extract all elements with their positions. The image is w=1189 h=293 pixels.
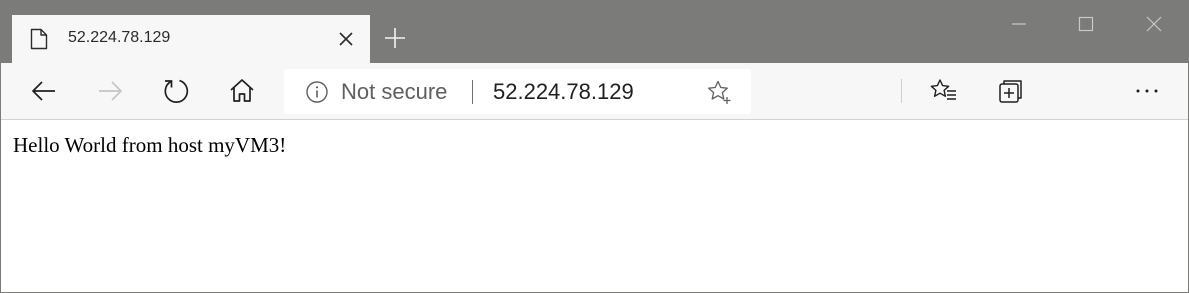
collections-icon[interactable]	[995, 75, 1027, 107]
browser-window: 52.224.78.129 Not secure 52.224.78.129 H…	[0, 0, 1189, 293]
navigation-toolbar: Not secure 52.224.78.129	[1, 63, 1188, 120]
refresh-icon[interactable]	[160, 75, 192, 107]
tab-close-icon[interactable]	[337, 30, 355, 48]
page-content: Hello World from host myVM3!	[1, 121, 1188, 292]
info-icon[interactable]	[305, 80, 329, 104]
active-tab[interactable]: 52.224.78.129	[12, 15, 370, 63]
back-arrow-icon[interactable]	[28, 75, 60, 107]
address-bar-divider	[472, 80, 473, 104]
tab-title: 52.224.78.129	[68, 29, 171, 46]
favorites-icon[interactable]	[928, 75, 960, 107]
tab-strip: 52.224.78.129	[1, 1, 1188, 63]
page-icon	[29, 28, 49, 50]
security-status-label[interactable]: Not secure	[341, 79, 447, 105]
toolbar-divider	[901, 79, 902, 103]
page-body-text: Hello World from host myVM3!	[13, 133, 287, 157]
home-icon[interactable]	[226, 75, 258, 107]
add-favorite-star-icon[interactable]	[706, 79, 732, 105]
more-options-icon[interactable]	[1131, 75, 1163, 107]
maximize-icon[interactable]	[1073, 11, 1099, 37]
url-text[interactable]: 52.224.78.129	[493, 79, 634, 105]
address-bar[interactable]: Not secure 52.224.78.129	[284, 69, 751, 114]
forward-arrow-icon[interactable]	[94, 75, 126, 107]
minimize-icon[interactable]	[1006, 11, 1032, 37]
new-tab-plus-icon[interactable]	[382, 25, 408, 51]
window-close-icon[interactable]	[1141, 11, 1167, 37]
